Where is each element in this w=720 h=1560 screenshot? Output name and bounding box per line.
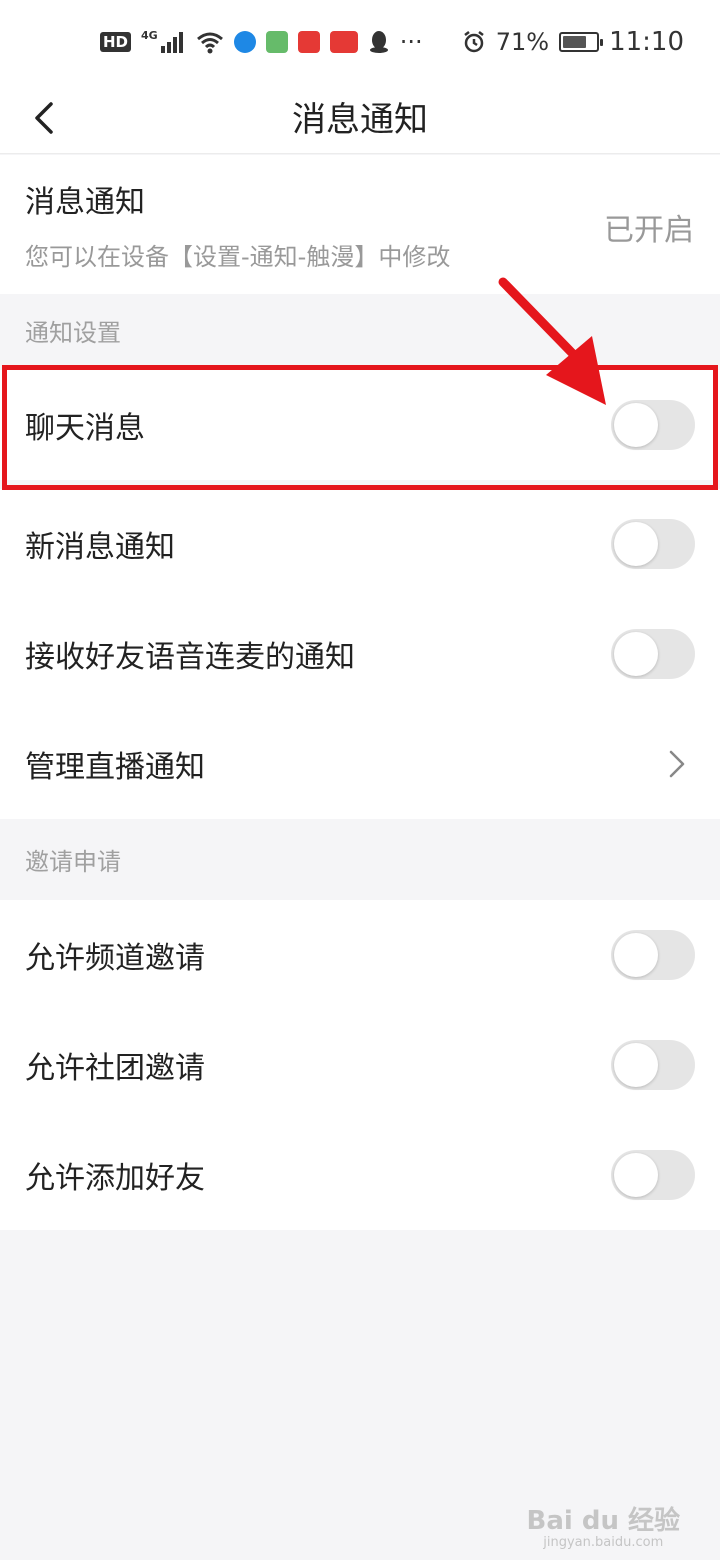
notification-permission-card[interactable]: 消息通知 您可以在设备【设置-通知-触漫】中修改 已开启 bbox=[0, 155, 720, 294]
toggle-knob bbox=[614, 403, 658, 447]
app-notification-icon bbox=[329, 31, 358, 53]
setting-label: 允许频道邀请 bbox=[25, 941, 205, 976]
more-notifications: ··· bbox=[399, 28, 423, 56]
setting-row-channel-invite[interactable]: 允许频道邀请 bbox=[0, 900, 720, 1010]
toggle-knob bbox=[614, 632, 658, 676]
status-bar-left: HD 4G ··· bbox=[100, 28, 423, 56]
channel-invite-toggle[interactable] bbox=[611, 930, 695, 980]
setting-label: 允许社团邀请 bbox=[25, 1051, 205, 1086]
notification-permission-status: 已开启 bbox=[604, 213, 694, 248]
chevron-right-icon bbox=[659, 744, 695, 784]
setting-row-new-message-notify[interactable]: 新消息通知 bbox=[0, 489, 720, 599]
setting-label: 允许添加好友 bbox=[25, 1161, 205, 1196]
wifi-icon bbox=[196, 32, 223, 54]
setting-row-live-notify[interactable]: 管理直播通知 bbox=[0, 709, 720, 819]
signal-icon bbox=[160, 32, 183, 53]
club-invite-toggle[interactable] bbox=[611, 1040, 695, 1090]
nav-bar: 消息通知 bbox=[0, 84, 720, 154]
section-header-invitations: 邀请申请 bbox=[25, 847, 121, 876]
toggle-knob bbox=[614, 933, 658, 977]
setting-label: 聊天消息 bbox=[25, 411, 145, 446]
qq-icon bbox=[369, 31, 388, 53]
battery-icon bbox=[559, 32, 604, 52]
toggle-knob bbox=[614, 522, 658, 566]
watermark-sub: jingyan.baidu.com bbox=[543, 1535, 664, 1550]
notification-permission-hint: 您可以在设备【设置-通知-触漫】中修改 bbox=[25, 243, 451, 271]
notification-permission-title: 消息通知 bbox=[25, 185, 145, 220]
section-header-notification-settings: 通知设置 bbox=[25, 318, 121, 347]
setting-row-club-invite[interactable]: 允许社团邀请 bbox=[0, 1010, 720, 1120]
status-bar-right: 71% 11:10 bbox=[462, 27, 684, 57]
alarm-icon bbox=[463, 31, 484, 53]
app-notification-icon bbox=[233, 31, 256, 53]
setting-row-voice-call-notify[interactable]: 接收好友语音连麦的通知 bbox=[0, 599, 720, 709]
setting-label: 接收好友语音连麦的通知 bbox=[25, 640, 355, 675]
clock: 11:10 bbox=[609, 27, 684, 57]
app-notification-icon bbox=[265, 31, 288, 53]
hd-badge: HD bbox=[100, 32, 132, 52]
toggle-knob bbox=[614, 1153, 658, 1197]
battery-percentage: 71% bbox=[495, 28, 550, 56]
watermark-main: Bai du 经验 bbox=[526, 1506, 681, 1536]
toggle-knob bbox=[614, 1043, 658, 1087]
new-message-notify-toggle[interactable] bbox=[611, 519, 695, 569]
status-bar: HD 4G ··· 71% 11:10 bbox=[0, 0, 720, 84]
setting-label: 管理直播通知 bbox=[25, 750, 205, 785]
setting-row-chat-messages[interactable]: 聊天消息 bbox=[0, 370, 720, 480]
page-title: 消息通知 bbox=[292, 100, 428, 140]
app-notification-icon bbox=[297, 31, 320, 53]
network-type: 4G bbox=[141, 28, 158, 42]
setting-row-add-friend[interactable]: 允许添加好友 bbox=[0, 1120, 720, 1230]
watermark-logo: Bai du 经验 jingyan.baidu.com bbox=[527, 1500, 681, 1550]
voice-call-notify-toggle[interactable] bbox=[611, 629, 695, 679]
chat-messages-toggle[interactable] bbox=[611, 400, 695, 450]
add-friend-toggle[interactable] bbox=[611, 1150, 695, 1200]
battery-level bbox=[563, 36, 587, 48]
setting-label: 新消息通知 bbox=[25, 530, 175, 565]
